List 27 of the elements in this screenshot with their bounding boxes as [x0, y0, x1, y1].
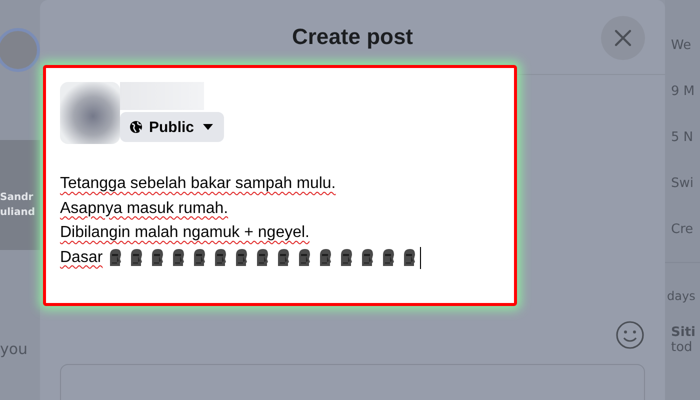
contact-status: tod [671, 340, 694, 355]
post-line: Asapnya masuk rumah. [60, 198, 228, 218]
composer-prompt: you [0, 340, 29, 358]
blurred-avatar [60, 82, 120, 144]
post-line: Dasar [60, 248, 103, 268]
globe-icon [129, 120, 143, 134]
story-name: uliand [0, 206, 36, 220]
post-line: Dibilangin malah ngamuk + ngeyel. [60, 223, 310, 243]
post-text-field[interactable]: Tetangga sebelah bakar sampah mulu. Asapnya masuk rumah. Dibilangin malah ngamuk + ngeyel. Dasar [60, 172, 514, 270]
sidebar-item[interactable]: We [665, 38, 700, 84]
contact-item[interactable]: Siti tod [665, 303, 700, 355]
dialog-title: Create post [292, 24, 414, 50]
sidebar-item[interactable]: Cre [665, 222, 700, 268]
caret-icon [202, 123, 214, 131]
contact-name: Siti [671, 325, 696, 340]
section-title: days [666, 288, 696, 303]
text-cursor [420, 246, 421, 269]
story-card[interactable]: Sandr uliand [0, 140, 40, 250]
story-name: Sandr [0, 191, 34, 205]
sidebar-item[interactable]: 5 N [665, 130, 700, 176]
smiley-icon[interactable] [615, 320, 645, 350]
close-icon [613, 28, 633, 48]
close-button[interactable] [601, 16, 645, 60]
sidebar-item[interactable]: 9 M [665, 84, 700, 130]
sidebar-item[interactable]: Swi [665, 176, 700, 222]
audience-button[interactable]: Public [120, 112, 224, 142]
post-line: Tetangga sebelah bakar sampah mulu. [60, 174, 336, 194]
